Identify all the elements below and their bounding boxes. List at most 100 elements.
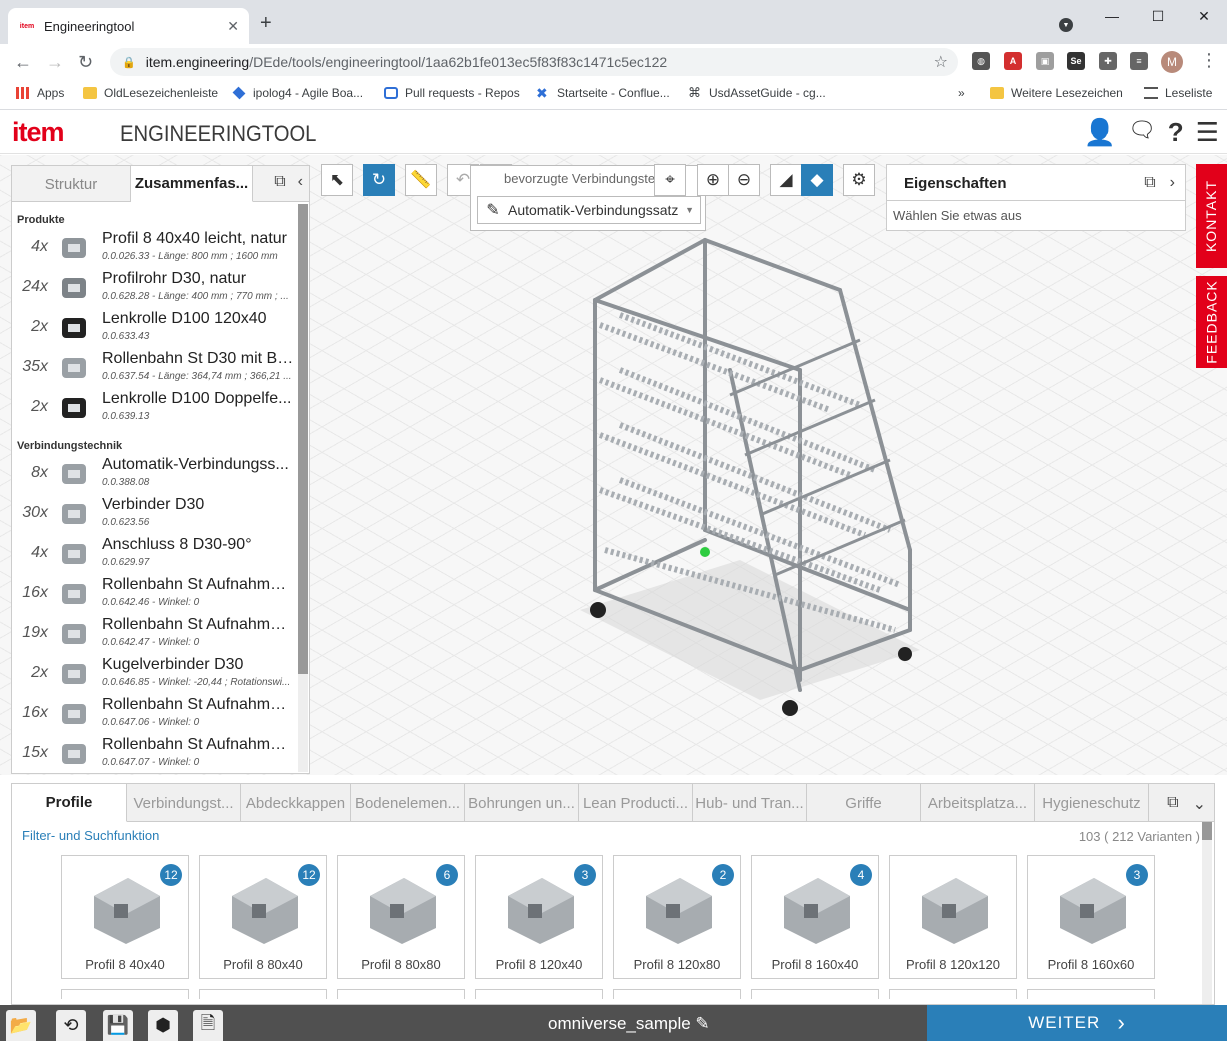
contact-tab[interactable]: KONTAKT	[1196, 164, 1227, 268]
back-icon[interactable]: ←	[14, 52, 32, 73]
part-list-item[interactable]: 2x Kugelverbinder D30 0.0.646.85 - Winkel:…	[12, 654, 297, 694]
settings-gear-button[interactable]: ⚙	[843, 164, 875, 196]
selenium-extension-icon[interactable]: Se	[1067, 52, 1085, 70]
profile-card[interactable]	[337, 989, 465, 999]
extension-icon[interactable]: ▣	[1036, 52, 1054, 70]
bookmark-item[interactable]: Pull requests - Repos	[384, 86, 520, 100]
close-window-icon[interactable]: ✕	[1181, 0, 1227, 32]
part-list-item[interactable]: 16x Rollenbahn St Aufnahme ... 0.0.647.06 …	[12, 694, 297, 734]
profile-card[interactable]: 12 Profil 8 80x40	[199, 855, 327, 979]
profile-card[interactable]: 2 Profil 8 120x80	[613, 855, 741, 979]
browser-tab[interactable]: item Engineeringtool ✕	[8, 8, 249, 44]
profile-card[interactable]	[889, 989, 1017, 999]
bookmark-folder[interactable]: OldLesezeichenleiste	[83, 86, 218, 100]
popout-icon[interactable]: ⧉	[1167, 794, 1178, 814]
catalog-tab[interactable]: Bohrungen un...	[465, 784, 579, 822]
reload-icon[interactable]: ↻	[78, 52, 93, 73]
popout-icon[interactable]: ⧉	[274, 173, 285, 191]
catalog-tab[interactable]: Bodenelemen...	[351, 784, 465, 822]
chat-help-icon[interactable]: 🗨	[1128, 117, 1156, 148]
profile-card[interactable]	[1027, 989, 1155, 999]
bookmark-item[interactable]: ✖ Startseite - Conflue...	[536, 86, 670, 100]
center-view-button[interactable]: ⌖	[654, 164, 686, 196]
profile-card[interactable]: 3 Profil 8 120x40	[475, 855, 603, 979]
catalog-tab[interactable]: Profile	[12, 784, 127, 822]
bookmark-item[interactable]: ⌘ UsdAssetGuide - cg...	[688, 86, 826, 100]
bookmark-folder[interactable]: Weitere Lesezeichen	[990, 86, 1123, 100]
zoom-out-button[interactable]: ⊖	[728, 164, 760, 196]
tab-struktur[interactable]: Struktur	[12, 166, 131, 202]
profile-card[interactable]	[199, 989, 327, 999]
flow-rack-model[interactable]	[560, 230, 940, 720]
hamburger-menu-icon[interactable]: ☰	[1196, 117, 1219, 148]
extension-icon[interactable]: ◍	[972, 52, 990, 70]
collapse-left-icon[interactable]: ‹	[298, 173, 303, 191]
catalog-tab[interactable]: Hygieneschutz	[1035, 784, 1149, 822]
part-list-item[interactable]: 4x Anschluss 8 D30-90° 0.0.629.97	[12, 534, 297, 574]
bookmark-apps[interactable]: Apps	[16, 86, 64, 100]
catalog-tab[interactable]: Griffe	[807, 784, 921, 822]
minimize-icon[interactable]: —	[1089, 0, 1135, 32]
forward-icon[interactable]: →	[46, 52, 64, 73]
part-list-item[interactable]: 8x Automatik-Verbindungss... 0.0.388.08	[12, 454, 297, 494]
bookmarks-overflow[interactable]: »	[958, 86, 965, 100]
reading-list[interactable]: Leseliste	[1144, 86, 1212, 100]
profile-card[interactable]: Profil 8 120x120	[889, 855, 1017, 979]
collapse-right-icon[interactable]: ›	[1170, 174, 1175, 192]
select-tool-button[interactable]: ⬉	[321, 164, 353, 196]
connect-tool-button[interactable]: ↻	[363, 164, 395, 196]
help-icon[interactable]: ?	[1168, 117, 1184, 148]
part-list-item[interactable]: 30x Verbinder D30 0.0.623.56	[12, 494, 297, 534]
profile-card[interactable]: 3 Profil 8 160x60	[1027, 855, 1155, 979]
view-solid-button[interactable]: ◆	[801, 164, 833, 196]
bookmark-star-icon[interactable]: ☆	[934, 52, 948, 72]
part-list-item[interactable]: 2x Lenkrolle D100 Doppelfe... 0.0.639.13	[12, 388, 297, 428]
tab-search-icon[interactable]: ▼	[1059, 18, 1073, 32]
part-list-item[interactable]: 4x Profil 8 40x40 leicht, natur 0.0.026.33…	[12, 228, 297, 268]
view-mode-button[interactable]: ◢	[770, 164, 802, 196]
measure-tool-button[interactable]: 📏	[405, 164, 437, 196]
puzzle-icon[interactable]: ✚	[1099, 52, 1117, 70]
profile-card[interactable]: 4 Profil 8 160x40	[751, 855, 879, 979]
part-list-item[interactable]: 15x Rollenbahn St Aufnahme ... 0.0.647.07 …	[12, 734, 297, 774]
open-folder-icon[interactable]: 📂	[6, 1010, 36, 1041]
pdf-extension-icon[interactable]: A	[1004, 52, 1022, 70]
catalog-scrollbar[interactable]	[1202, 822, 1212, 1004]
filter-search-link[interactable]: Filter- und Suchfunktion	[22, 828, 159, 843]
close-tab-icon[interactable]: ✕	[227, 18, 239, 35]
pencil-icon[interactable]: ✎	[695, 1014, 709, 1033]
profile-card[interactable]: 12 Profil 8 40x40	[61, 855, 189, 979]
bookmark-item[interactable]: ipolog4 - Agile Boa...	[232, 86, 363, 100]
history-icon[interactable]: ⟲	[56, 1010, 86, 1041]
3d-box-icon[interactable]: ⬢	[148, 1010, 178, 1041]
part-list-item[interactable]: 35x Rollenbahn St D30 mit Bo... 0.0.637.54…	[12, 348, 297, 388]
profile-avatar[interactable]: M	[1161, 51, 1183, 73]
catalog-tab[interactable]: Lean Producti...	[579, 784, 693, 822]
new-tab-icon[interactable]: +	[260, 12, 272, 35]
chevron-down-icon[interactable]: ⌄	[1193, 794, 1206, 814]
tab-zusammenfassung[interactable]: Zusammenfas...	[131, 166, 253, 202]
save-icon[interactable]: 💾	[103, 1010, 133, 1041]
feedback-tab[interactable]: FEEDBACK	[1196, 276, 1227, 368]
profile-card[interactable]	[61, 989, 189, 999]
connection-select[interactable]: ✎ Automatik-Verbindungssatz ▼	[477, 196, 701, 224]
part-list-item[interactable]: 16x Rollenbahn St Aufnahme ... 0.0.642.46 …	[12, 574, 297, 614]
profile-card[interactable]: 6 Profil 8 80x80	[337, 855, 465, 979]
reading-list-icon[interactable]: ≡	[1130, 52, 1148, 70]
project-name[interactable]: omniverse_sample ✎	[548, 1014, 710, 1034]
address-bar[interactable]: 🔒 item.engineering/DEde/tools/engineerin…	[110, 48, 958, 76]
profile-card[interactable]	[613, 989, 741, 999]
catalog-tab[interactable]: Verbindungst...	[127, 784, 241, 822]
catalog-tab[interactable]: Arbeitsplatza...	[921, 784, 1035, 822]
part-list-item[interactable]: 2x Lenkrolle D100 120x40 0.0.633.43	[12, 308, 297, 348]
maximize-icon[interactable]: ☐	[1135, 0, 1181, 32]
popout-icon[interactable]: ⧉	[1144, 174, 1155, 192]
user-icon[interactable]: 👤	[1083, 117, 1115, 148]
part-list-item[interactable]: 24x Profilrohr D30, natur 0.0.628.28 - Län…	[12, 268, 297, 308]
parts-scrollbar[interactable]	[298, 204, 308, 772]
zoom-in-button[interactable]: ⊕	[697, 164, 729, 196]
menu-icon[interactable]: ⋮	[1200, 50, 1218, 71]
profile-card[interactable]	[475, 989, 603, 999]
catalog-tab[interactable]: Abdeckkappen	[241, 784, 351, 822]
item-logo[interactable]: item	[12, 117, 65, 148]
